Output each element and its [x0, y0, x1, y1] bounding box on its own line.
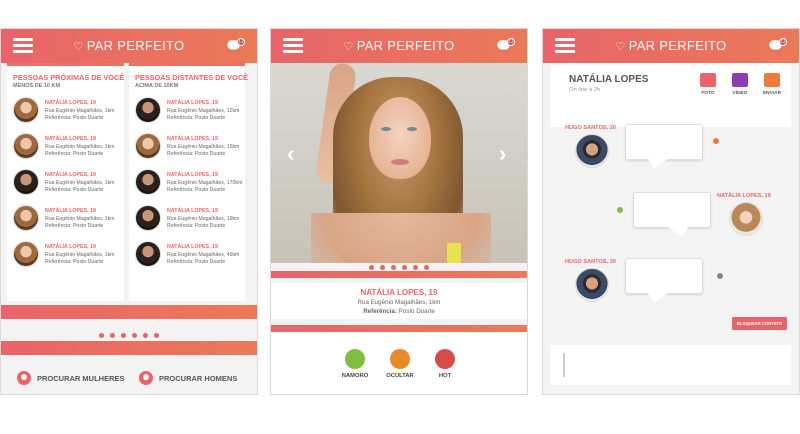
- list-item[interactable]: NATÁLIA LOPES, 19 Rua Eugênio Magalhães, …: [133, 129, 241, 165]
- avatar: [135, 133, 161, 159]
- hot-button[interactable]: HOT: [425, 349, 465, 379]
- camera-icon: [700, 73, 716, 87]
- search-women-button[interactable]: PROCURAR MULHERES: [17, 371, 125, 385]
- top-bar: ♡ PAR PERFEITO 12: [271, 29, 527, 63]
- near-subtitle: MENOS DE 10 KM: [13, 83, 61, 89]
- message-input[interactable]: [551, 345, 791, 385]
- avatar: [135, 169, 161, 195]
- pending-icon: [717, 273, 723, 279]
- far-subtitle: ACIMA DE 10KM: [135, 83, 179, 89]
- contact-name: NATÁLIA LOPES: [569, 74, 649, 85]
- message-bubble[interactable]: [625, 258, 703, 303]
- heart-icon: ♡: [73, 41, 84, 53]
- download-icon: [764, 73, 780, 87]
- list-item[interactable]: NATÁLIA LOPES, 19 Rua Eugênio Magalhães, …: [11, 129, 120, 165]
- brand-title: ♡ PAR PERFEITO: [73, 38, 185, 53]
- avatar: [13, 169, 39, 195]
- user-icon: [17, 371, 31, 385]
- video-icon: [732, 73, 748, 87]
- near-people-column: PESSOAS PRÓXIMAS DE VOCÊ MENOS DE 10 KM …: [7, 63, 124, 301]
- block-contact-button[interactable]: BLOQUEAR CONTATO: [731, 317, 787, 330]
- date-button[interactable]: NAMORO: [335, 349, 375, 379]
- message-sender: NATÁLIA LOPES, 19: [717, 193, 771, 199]
- avatar: [13, 97, 39, 123]
- search-men-button[interactable]: PROCURAR HOMENS: [139, 371, 237, 385]
- chat-header: NATÁLIA LOPES On line à 2h FOTO VÍDEO EN…: [551, 63, 791, 127]
- message-bubble[interactable]: [633, 192, 711, 237]
- avatar: [575, 134, 609, 168]
- brand-title: ♡ PAR PERFEITO: [343, 38, 455, 53]
- video-button[interactable]: VÍDEO: [726, 73, 754, 96]
- list-item[interactable]: NATÁLIA LOPES, 19 Rua Eugênio Magalhães, …: [11, 93, 120, 129]
- list-item[interactable]: NATÁLIA LOPES, 19 Rua Eugênio Magalhães, …: [133, 201, 241, 237]
- list-item[interactable]: NATÁLIA LOPES, 19 Rua Eugênio Magalhães, …: [133, 237, 241, 273]
- far-people-column: PESSOAS DISTANTES DE VOCÊ ACIMA DE 10KM …: [129, 63, 248, 301]
- top-bar: ♡ PAR PERFEITO 12: [1, 29, 257, 63]
- far-title: PESSOAS DISTANTES DE VOCÊ: [135, 73, 248, 82]
- divider-band: [1, 341, 257, 355]
- message-bubble[interactable]: [625, 124, 703, 169]
- hide-button[interactable]: OCULTAR: [380, 349, 420, 379]
- divider-band: [1, 305, 257, 319]
- avatar: [13, 133, 39, 159]
- heart-icon: ♡: [615, 41, 626, 53]
- divider-band: [271, 325, 527, 332]
- list-item[interactable]: NATÁLIA LOPES, 19 Rua Eugênio Magalhães, …: [11, 237, 120, 273]
- avatar: [13, 241, 39, 267]
- chat-notification-icon[interactable]: 12: [497, 38, 515, 53]
- brand-title: ♡ PAR PERFEITO: [615, 38, 727, 53]
- screen-people-list: ♡ PAR PERFEITO 12 PESSOAS PRÓXIMAS DE VOC…: [0, 28, 258, 395]
- top-bar: ♡ PAR PERFEITO 12: [543, 29, 799, 63]
- chevron-left-icon[interactable]: ‹: [287, 141, 294, 167]
- avatar: [135, 241, 161, 267]
- message-sender: HUGO SANTOS, 30: [565, 259, 616, 265]
- list-item[interactable]: NATÁLIA LOPES, 19 Rua Eugênio Magalhães, …: [11, 165, 120, 201]
- avatar: [729, 202, 763, 236]
- message-sender: HUGO SANTOS, 30: [565, 125, 616, 131]
- hand-icon: [435, 349, 455, 369]
- avatar: [13, 205, 39, 231]
- avatar: [135, 205, 161, 231]
- photo-button[interactable]: FOTO: [694, 73, 722, 96]
- profile-reference: Referência: Posto Duarte: [363, 308, 435, 315]
- profile-address: Rua Eugênio Magalhães, 1km: [357, 299, 441, 306]
- chat-notification-icon[interactable]: 12: [227, 38, 245, 53]
- send-button[interactable]: ENVIAR: [758, 73, 786, 96]
- check-icon: [617, 207, 623, 213]
- avatar: [575, 268, 609, 302]
- list-item[interactable]: NATÁLIA LOPES, 19 Rua Eugênio Magalhães, …: [133, 93, 241, 129]
- list-item[interactable]: NATÁLIA LOPES, 19 Rua Eugênio Magalhães, …: [11, 201, 120, 237]
- near-title: PESSOAS PRÓXIMAS DE VOCÊ: [13, 73, 125, 82]
- heart-icon: ♡: [343, 41, 354, 53]
- divider-band: [271, 271, 527, 278]
- contact-status: On line à 2h: [569, 87, 601, 93]
- list-item[interactable]: NATÁLIA LOPES, 19 Rua Eugênio Magalhães, …: [133, 165, 242, 201]
- profile-photo[interactable]: [271, 63, 527, 263]
- chevron-right-icon[interactable]: ›: [499, 141, 506, 167]
- user-icon: [139, 371, 153, 385]
- chat-notification-icon[interactable]: 12: [769, 38, 787, 53]
- avatar: [135, 97, 161, 123]
- screen-chat: ♡ PAR PERFEITO 12 NATÁLIA LOPES On line à…: [542, 28, 800, 395]
- profile-name: NATÁLIA LOPES, 19: [360, 288, 438, 297]
- hearts-icon: [345, 349, 365, 369]
- check-icon: [713, 138, 719, 144]
- block-icon: [390, 349, 410, 369]
- screen-profile: ♡ PAR PERFEITO 12 ‹ › NATÁLIA LOPES, 19 R…: [270, 28, 528, 395]
